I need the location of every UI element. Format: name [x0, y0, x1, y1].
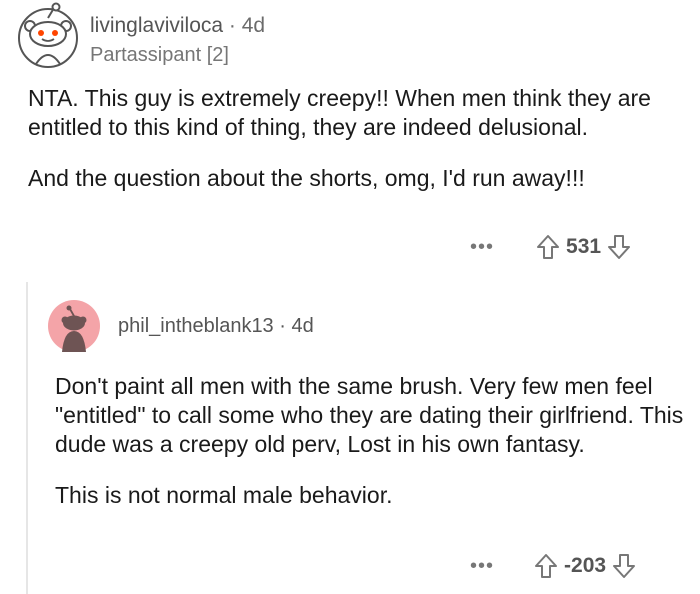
reply-username[interactable]: phil_intheblank13: [118, 315, 274, 337]
comment-actions: ••• 531: [470, 232, 631, 262]
separator-dot: ·: [279, 315, 286, 337]
reply-body: Don't paint all men with the same brush.…: [55, 372, 685, 510]
avatar[interactable]: [48, 300, 100, 352]
downvote-arrow-icon[interactable]: [607, 234, 631, 260]
reply-age: 4d: [291, 315, 314, 337]
downvote-arrow-icon[interactable]: [612, 553, 636, 579]
vote-score: 531: [566, 235, 602, 258]
more-options-button[interactable]: •••: [470, 556, 494, 576]
reply-actions: ••• -203: [470, 551, 636, 581]
comment-author-line: livinglaviviloca · 4d: [90, 14, 265, 38]
upvote-arrow-icon[interactable]: [534, 553, 558, 579]
comment-age: 4d: [241, 14, 266, 37]
reply-paragraph: Don't paint all men with the same brush.…: [55, 373, 684, 457]
more-options-button[interactable]: •••: [470, 237, 494, 257]
upvote-arrow-icon[interactable]: [536, 234, 560, 260]
reply-paragraph: This is not normal male behavior.: [55, 482, 393, 508]
comment-paragraph: NTA. This guy is extremely creepy!! When…: [28, 85, 651, 140]
vote-score: -203: [564, 554, 607, 577]
snoo-avatar-icon: [18, 2, 78, 68]
user-flair: Partassipant [2]: [90, 44, 229, 66]
separator-dot: ·: [228, 14, 236, 37]
vote-controls: -203: [534, 553, 636, 579]
snoo-avatar-icon: [48, 300, 100, 352]
reply-author-line: phil_intheblank13 · 4d: [118, 315, 314, 338]
comment-username[interactable]: livinglaviviloca: [90, 14, 223, 37]
thread-line[interactable]: [26, 282, 28, 594]
comment-paragraph: And the question about the shorts, omg, …: [28, 165, 585, 191]
avatar[interactable]: [14, 2, 82, 70]
vote-controls: 531: [536, 234, 631, 260]
comment-body: NTA. This guy is extremely creepy!! When…: [28, 84, 688, 193]
